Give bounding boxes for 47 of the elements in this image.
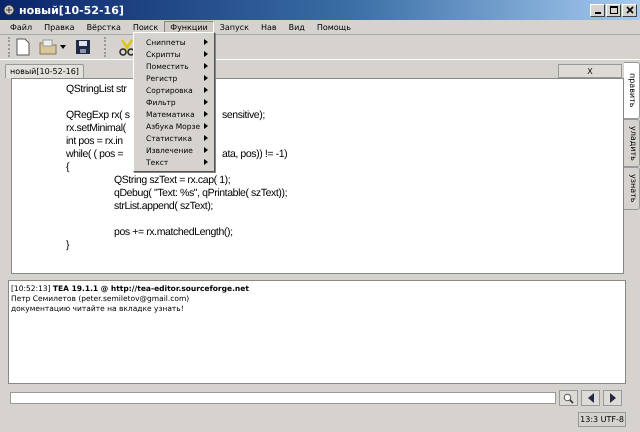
save-icon[interactable]: [75, 39, 91, 55]
search-button[interactable]: [559, 390, 578, 406]
minimize-button[interactable]: [590, 4, 605, 16]
menu-item[interactable]: Поиск: [126, 20, 164, 34]
scissors-icon[interactable]: [118, 38, 136, 56]
menu-item[interactable]: Файл: [4, 20, 38, 34]
dropdown-caret-icon[interactable]: [60, 45, 66, 49]
menu-item[interactable]: Функции: [164, 20, 214, 34]
right-triangle-icon: [608, 393, 616, 403]
close-button[interactable]: [622, 4, 637, 16]
code-line: QRegExp rx( s: [65, 109, 130, 122]
app-icon: [3, 4, 15, 16]
side-tab[interactable]: править: [624, 62, 640, 118]
menu-item[interactable]: Запуск: [214, 20, 255, 34]
code-line: qDebug( "Text: %s", qPrintable( szText));: [113, 187, 288, 200]
code-line: ata, pos)) != -1): [222, 148, 288, 161]
code-line: while( ( pos =: [65, 148, 124, 161]
menu-item[interactable]: Вид: [282, 20, 311, 34]
window-title: новый[10-52-16]: [19, 4, 124, 16]
menu-item[interactable]: Помощь: [310, 20, 357, 34]
folder-icon[interactable]: [39, 39, 57, 55]
new-document-icon[interactable]: [16, 38, 30, 56]
maximize-icon: [610, 6, 618, 14]
menu-item[interactable]: Вёрстка: [80, 20, 127, 34]
menu-item[interactable]: Правка: [38, 20, 81, 34]
code-line: strList.append( szText);: [113, 200, 213, 213]
side-tab[interactable]: узнать: [624, 167, 640, 210]
code-line: int pos = rx.in: [65, 135, 123, 148]
left-triangle-icon: [586, 393, 594, 403]
side-tab[interactable]: уладить: [624, 118, 640, 168]
close-icon: [626, 6, 634, 14]
maximize-button[interactable]: [606, 4, 621, 16]
code-line: pos += rx.matchedLength();: [113, 226, 233, 239]
document-tab[interactable]: новый[10-52-16]: [5, 64, 84, 78]
next-button[interactable]: [603, 390, 622, 406]
code-line: QStringList str: [65, 83, 127, 96]
code-line: {: [65, 161, 70, 174]
menu-item[interactable]: Нав: [254, 20, 283, 34]
find-field[interactable]: [10, 392, 556, 404]
code-line: QString szText = rx.cap( 1);: [113, 174, 230, 187]
status-position: 13:3 UTF-8: [578, 412, 626, 427]
code-line: }: [65, 239, 70, 252]
code-line: rx.setMinimal(: [65, 122, 126, 135]
previous-button[interactable]: [581, 390, 600, 406]
search-icon: [563, 392, 574, 404]
code-line: sensitive);: [222, 109, 265, 122]
close-tab-button[interactable]: X: [558, 64, 622, 78]
